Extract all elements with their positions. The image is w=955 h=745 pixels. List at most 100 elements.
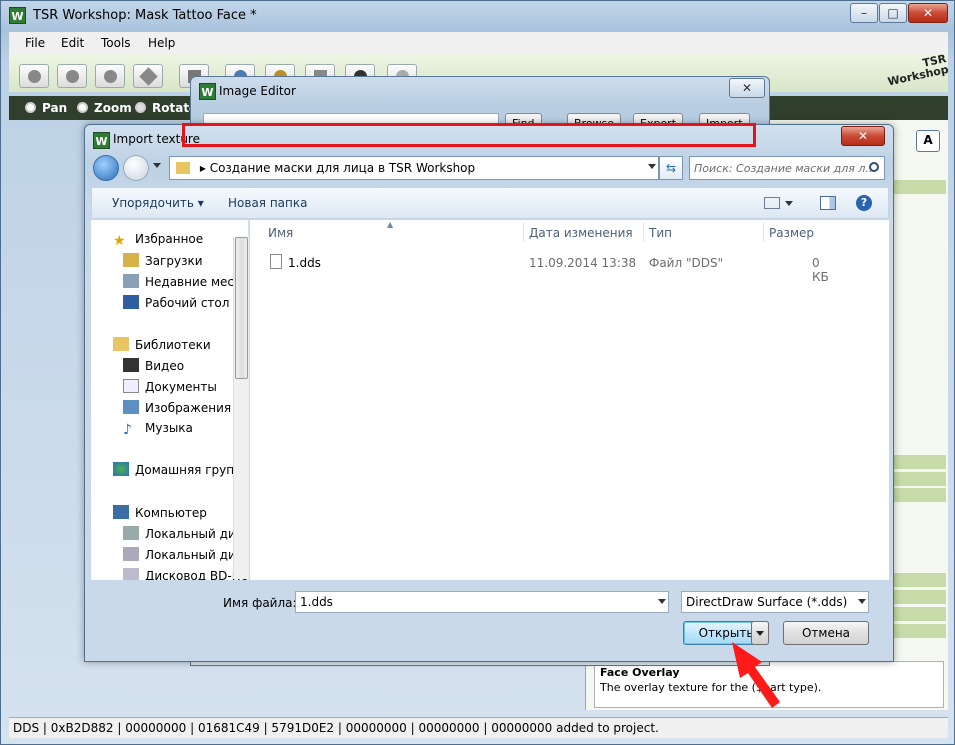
nav-images[interactable]: Изображения	[123, 400, 231, 420]
maximize-button[interactable]: □	[879, 3, 907, 23]
nav-downloads[interactable]: Загрузки	[123, 253, 203, 273]
music-icon: ♪	[123, 422, 132, 438]
close-button[interactable]: ✕	[908, 3, 948, 23]
filename-dropdown-icon[interactable]	[658, 599, 666, 604]
address-dropdown-icon[interactable]	[648, 164, 656, 169]
panel-row	[891, 488, 946, 502]
column-type[interactable]: Тип	[649, 226, 672, 240]
nav-video[interactable]: Видео	[123, 358, 184, 378]
file-row[interactable]: 1.dds 11.09.2014 13:38 Файл "DDS" 0 КБ	[268, 254, 838, 284]
nav-homegroup-label: Домашняя группа	[135, 463, 249, 477]
column-size[interactable]: Размер	[769, 226, 814, 240]
drive-icon	[123, 547, 139, 561]
help-icon[interactable]: ?	[856, 195, 872, 211]
documents-icon	[123, 379, 139, 393]
command-bar: Упорядочить ▾ Новая папка ?	[91, 187, 889, 219]
panel-row	[891, 624, 946, 638]
annotation-arrow-icon	[732, 642, 780, 708]
nav-bd-rom[interactable]: Дисковод BD-ROM	[123, 568, 248, 580]
nav-computer[interactable]: Компьютер	[113, 505, 207, 525]
tool-diamond-button[interactable]	[133, 64, 163, 88]
panel-row	[891, 455, 946, 469]
menu-help[interactable]: Help	[148, 36, 175, 50]
refresh-icon: ⇆	[665, 161, 677, 175]
nav-downloads-label: Загрузки	[145, 254, 203, 268]
breadcrumb-separator: ▸	[199, 161, 206, 175]
sort-arrow-icon: ▲	[387, 220, 394, 229]
cancel-button-label: Отмена	[801, 626, 851, 640]
nav-favorites[interactable]: ★ Избранное	[113, 232, 203, 252]
mode-zoom-label: Zoom	[94, 101, 132, 115]
mode-pan-label: Pan	[42, 101, 68, 115]
preview-pane-icon[interactable]	[820, 196, 836, 210]
nav-libraries-label: Библиотеки	[135, 338, 211, 352]
refresh-button[interactable]: ⇆	[659, 156, 683, 180]
menu-file[interactable]: File	[25, 36, 45, 50]
forward-arrow-icon[interactable]	[123, 155, 149, 181]
nav-desktop-label: Рабочий стол	[145, 296, 230, 310]
nav-local-disk-c[interactable]: Локальный диск	[123, 526, 248, 546]
filetype-select[interactable]: DirectDraw Surface (*.dds)	[681, 591, 869, 613]
nav-documents[interactable]: Документы	[123, 379, 217, 399]
minimize-button[interactable]: –	[850, 3, 878, 23]
app-logo-icon: W	[199, 83, 216, 100]
filetype-dropdown-icon[interactable]	[858, 599, 866, 604]
column-name[interactable]: Имя	[268, 226, 293, 240]
folder-icon	[176, 162, 190, 174]
menu-tools[interactable]: Tools	[101, 36, 131, 50]
nav-documents-label: Документы	[145, 380, 217, 394]
file-date: 11.09.2014 13:38	[529, 256, 637, 270]
nav-music[interactable]: ♪ Музыка	[123, 421, 193, 441]
open-button-label: Открыть	[698, 626, 754, 640]
nav-libraries[interactable]: Библиотеки	[113, 337, 211, 357]
nav-images-label: Изображения	[145, 401, 232, 415]
nav-recent[interactable]: Недавние места	[123, 274, 248, 294]
dialog-close-button[interactable]: ✕	[841, 126, 885, 146]
tool-hex-button[interactable]	[95, 64, 125, 88]
tool-sphere-button[interactable]	[19, 64, 49, 88]
filename-input[interactable]: 1.dds	[295, 591, 669, 613]
cancel-button[interactable]: Отмена	[783, 621, 869, 645]
status-bar: DDS | 0xB2D882 | 00000000 | 01681C49 | 5…	[9, 717, 948, 738]
search-input[interactable]: Поиск: Создание маски для л...	[689, 156, 885, 180]
menu-edit[interactable]: Edit	[61, 36, 84, 50]
video-icon	[123, 358, 139, 372]
column-divider	[763, 222, 764, 242]
column-divider	[643, 222, 644, 242]
image-editor-close-button[interactable]: ✕	[729, 78, 765, 98]
nav-favorites-label: Избранное	[135, 232, 204, 246]
nav-desktop[interactable]: Рабочий стол	[123, 295, 229, 315]
nav-local-disk-d[interactable]: Локальный диск	[123, 547, 248, 567]
file-size: 0 КБ	[812, 256, 829, 284]
new-folder-button[interactable]: Новая папка	[228, 196, 307, 210]
nav-scroll-thumb[interactable]	[235, 237, 248, 379]
panel-row	[891, 472, 946, 486]
image-editor-title: Image Editor	[219, 84, 296, 98]
window-title: TSR Workshop: Mask Tattoo Face *	[33, 8, 257, 23]
column-divider	[523, 222, 524, 242]
organize-button[interactable]: Упорядочить ▾	[112, 196, 204, 210]
history-dropdown-icon[interactable]	[153, 163, 161, 168]
navigation-pane: ★ Избранное Загрузки Недавние места Рабоч…	[91, 220, 249, 580]
file-name: 1.dds	[288, 256, 321, 270]
mode-rotate[interactable]: Rotate	[135, 101, 197, 115]
address-bar[interactable]: ▸ Создание маски для лица в TSR Workshop	[169, 156, 659, 180]
drive-icon	[123, 526, 139, 540]
column-date[interactable]: Дата изменения	[529, 226, 633, 240]
back-arrow-icon[interactable]	[93, 155, 119, 181]
mode-pan[interactable]: Pan	[25, 101, 67, 115]
library-icon	[113, 337, 129, 351]
view-options-icon[interactable]	[764, 197, 780, 209]
file-list: ▲ Имя Дата изменения Тип Размер 1.dds 11…	[250, 220, 889, 580]
sphere-icon	[28, 70, 41, 83]
nav-homegroup[interactable]: Домашняя группа	[113, 462, 249, 482]
nav-music-label: Музыка	[145, 421, 193, 435]
file-icon	[270, 254, 282, 269]
highlight-box	[182, 123, 756, 147]
diamond-icon	[139, 67, 158, 86]
text-mode-button[interactable]: A	[916, 130, 940, 152]
tool-circle-button[interactable]	[57, 64, 87, 88]
nav-scrollbar[interactable]	[233, 237, 249, 579]
view-dropdown-icon[interactable]	[785, 201, 793, 206]
mode-zoom[interactable]: Zoom	[77, 101, 132, 115]
